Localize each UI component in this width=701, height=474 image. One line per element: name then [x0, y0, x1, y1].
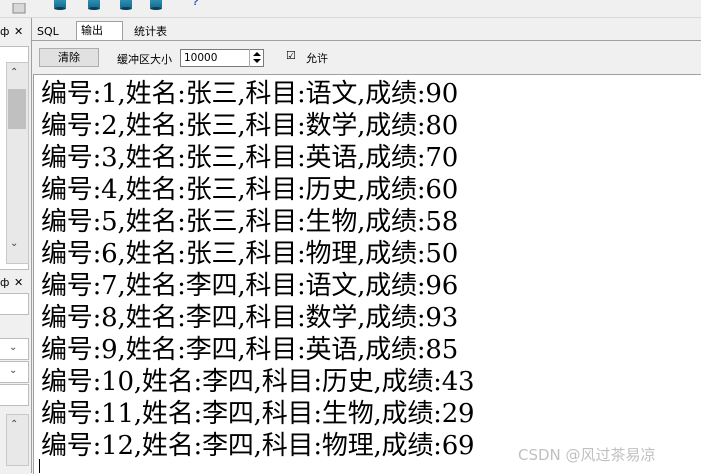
database-icon[interactable] [86, 0, 102, 12]
tab-stats[interactable]: 统计表 [130, 23, 171, 40]
chevron-down-icon[interactable]: ⌄ [9, 365, 17, 376]
dropdown[interactable] [0, 293, 29, 315]
close-icon[interactable]: ✕ [14, 25, 23, 38]
help-icon[interactable]: ? [192, 0, 199, 8]
output-line: 编号:7,姓名:李四,科目:语文,成绩:96 [41, 271, 459, 301]
output-toolbar: 清除 缓冲区大小 10000 ☑ 允许 [32, 41, 701, 73]
panel-header: ф ✕ [0, 274, 30, 292]
tab-output[interactable]: 输出 [76, 21, 123, 42]
buffer-size-value: 10000 [184, 52, 218, 64]
output-line: 编号:12,姓名:李四,科目:物理,成绩:69 [41, 431, 475, 461]
chevron-up-icon[interactable]: ⌃ [10, 67, 18, 78]
chevron-down-icon[interactable]: ⌄ [10, 238, 18, 249]
output-line: 编号:11,姓名:李四,科目:生物,成绩:29 [41, 399, 475, 429]
dropdown[interactable]: ⌄ [0, 361, 29, 383]
top-toolbar: ? [0, 0, 701, 18]
clear-button[interactable]: 清除 [39, 48, 99, 67]
dropdown[interactable]: ⌄ [0, 338, 29, 360]
text-caret [39, 459, 40, 473]
output-line: 编号:10,姓名:李四,科目:历史,成绩:43 [41, 367, 475, 397]
chevron-up-icon[interactable]: ⌃ [10, 419, 18, 430]
panel-header: ф ✕ [0, 23, 30, 41]
pin-icon[interactable]: ф [0, 276, 9, 289]
scrollbar[interactable]: ⌃ [6, 414, 29, 466]
output-line: 编号:1,姓名:张三,科目:语文,成绩:90 [41, 79, 459, 109]
output-line: 编号:9,姓名:李四,科目:英语,成绩:85 [41, 335, 459, 365]
output-line: 编号:6,姓名:张三,科目:物理,成绩:50 [41, 239, 459, 269]
left-panel: ф ✕ ⌃ ⌄ ф ✕ ⌄ ⌄ ⌃ [0, 18, 32, 473]
database-icon[interactable] [148, 0, 164, 12]
close-icon[interactable]: ✕ [14, 276, 23, 289]
output-line: 编号:4,姓名:张三,科目:历史,成绩:60 [41, 175, 459, 205]
scrollbar-thumb[interactable] [8, 89, 26, 129]
scrollbar[interactable]: ⌃ ⌄ [6, 62, 29, 264]
buffer-size-label: 缓冲区大小 [117, 53, 172, 66]
tab-bar: SQL 输出 统计表 [31, 21, 701, 42]
document-icon[interactable] [10, 0, 28, 14]
output-line: 编号:8,姓名:李四,科目:数学,成绩:93 [41, 303, 459, 333]
tab-sql[interactable]: SQL [33, 23, 63, 40]
spin-up-icon[interactable] [253, 52, 261, 56]
chevron-down-icon[interactable]: ⌄ [9, 342, 17, 353]
allow-label: 允许 [306, 52, 328, 65]
watermark: CSDN @风过茶易凉 [518, 446, 656, 464]
database-icon[interactable] [52, 0, 68, 12]
output-line: 编号:5,姓名:张三,科目:生物,成绩:58 [41, 207, 459, 237]
output-console[interactable]: 编号:1,姓名:张三,科目:语文,成绩:90 编号:2,姓名:张三,科目:数学,… [33, 74, 701, 474]
spin-down-icon[interactable] [253, 59, 261, 63]
buffer-size-spinner[interactable] [249, 49, 265, 67]
allow-checkbox[interactable]: ☑ [286, 50, 298, 62]
output-line: 编号:2,姓名:张三,科目:数学,成绩:80 [41, 111, 459, 141]
database-icon[interactable] [118, 0, 134, 12]
pin-icon[interactable]: ф [0, 25, 9, 38]
input-field[interactable] [0, 384, 29, 406]
output-line: 编号:3,姓名:张三,科目:英语,成绩:70 [41, 143, 459, 173]
